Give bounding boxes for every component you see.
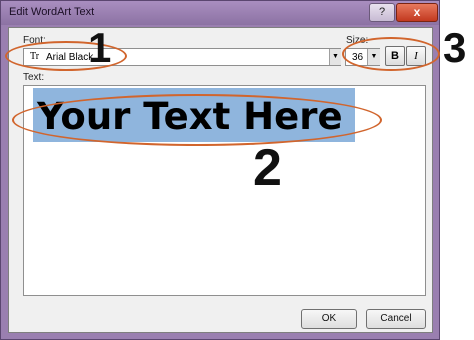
close-button[interactable]: x bbox=[396, 3, 438, 22]
callout-number-2: 2 bbox=[253, 139, 282, 197]
help-button[interactable]: ? bbox=[369, 3, 395, 22]
cancel-button[interactable]: Cancel bbox=[366, 309, 426, 329]
callout-ring-text bbox=[12, 94, 382, 146]
text-label: Text: bbox=[23, 72, 45, 83]
dialog-title: Edit WordArt Text bbox=[9, 6, 95, 18]
callout-number-3: 3 bbox=[443, 24, 467, 71]
callout-ring-size bbox=[342, 37, 440, 71]
callout-number-1: 1 bbox=[88, 24, 112, 71]
ok-button[interactable]: OK bbox=[301, 309, 357, 329]
font-dropdown-arrow-icon[interactable]: ▼ bbox=[329, 49, 341, 65]
